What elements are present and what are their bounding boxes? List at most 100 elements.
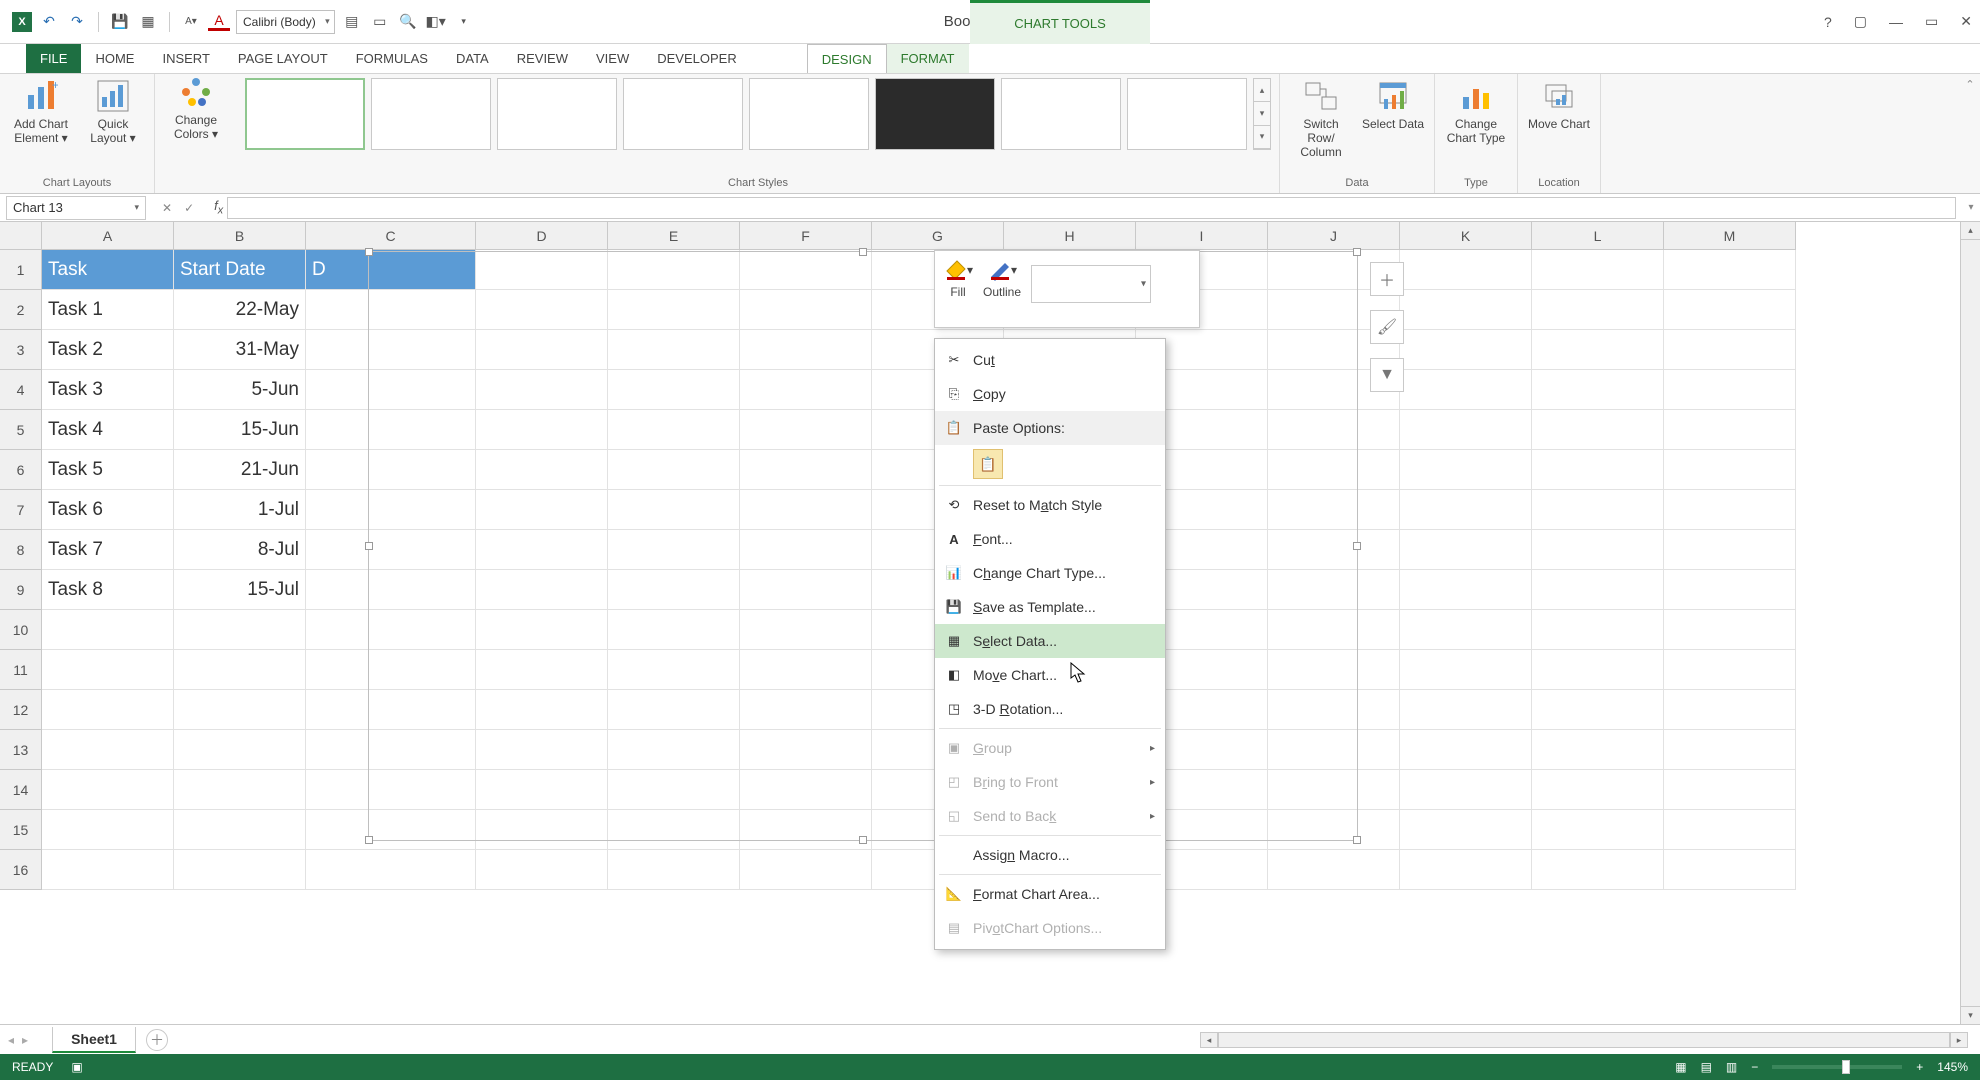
col-header-i[interactable]: I <box>1136 222 1268 250</box>
tab-view[interactable]: VIEW <box>582 44 643 73</box>
macro-record-icon[interactable]: ▣ <box>71 1060 82 1074</box>
ctx-save-as-template[interactable]: 💾Save as Template... <box>935 590 1165 624</box>
redo-icon[interactable]: ↷ <box>66 11 88 33</box>
tab-design[interactable]: DESIGN <box>807 44 887 73</box>
chart-filters-funnel-icon[interactable]: ▼ <box>1370 358 1404 392</box>
add-chart-element-button[interactable]: + Add Chart Element ▾ <box>8 78 74 146</box>
ribbon-display-icon[interactable]: ▢ <box>1854 13 1867 30</box>
tab-developer[interactable]: DEVELOPER <box>643 44 750 73</box>
change-chart-type-button[interactable]: Change Chart Type <box>1443 78 1509 146</box>
formula-expand-icon[interactable]: ▾ <box>1962 202 1980 213</box>
col-header-j[interactable]: J <box>1268 222 1400 250</box>
resize-handle[interactable] <box>365 542 373 550</box>
row-header[interactable]: 7 <box>0 490 42 530</box>
tab-data[interactable]: DATA <box>442 44 503 73</box>
col-header-l[interactable]: L <box>1532 222 1664 250</box>
resize-handle[interactable] <box>1353 248 1361 256</box>
view-page-layout-icon[interactable]: ▤ <box>1701 1060 1712 1074</box>
row-header[interactable]: 16 <box>0 850 42 890</box>
resize-handle[interactable] <box>365 248 373 256</box>
sheet-nav[interactable]: ◂▸ <box>8 1033 52 1047</box>
sheet-tab-1[interactable]: Sheet1 <box>52 1027 136 1053</box>
chart-object[interactable] <box>368 251 1358 841</box>
row-header[interactable]: 11 <box>0 650 42 690</box>
undo-icon[interactable]: ↶ <box>38 11 60 33</box>
ctx-format-chart-area[interactable]: 📐Format Chart Area... <box>935 877 1165 911</box>
scroll-up-icon[interactable]: ▴ <box>1961 222 1980 240</box>
mini-outline-button[interactable]: ▾ Outline <box>983 257 1021 321</box>
scroll-down-icon[interactable]: ▾ <box>1961 1006 1980 1024</box>
view-normal-icon[interactable]: ▦ <box>1675 1060 1686 1074</box>
chart-elements-plus-icon[interactable]: ＋ <box>1370 262 1404 296</box>
resize-handle[interactable] <box>365 836 373 844</box>
col-header-c[interactable]: C <box>306 222 476 250</box>
resize-handle[interactable] <box>1353 542 1361 550</box>
vertical-scrollbar[interactable]: ▴ ▾ <box>1960 222 1980 1024</box>
resize-handle[interactable] <box>859 248 867 256</box>
zoom-level[interactable]: 145% <box>1937 1060 1968 1074</box>
tab-file[interactable]: FILE <box>26 44 81 73</box>
cell-a1[interactable]: Task <box>42 250 174 290</box>
row-header[interactable]: 9 <box>0 570 42 610</box>
chart-style-thumb-6[interactable] <box>875 78 995 150</box>
mini-fill-button[interactable]: ▾ Fill <box>943 257 973 321</box>
col-header-g[interactable]: G <box>872 222 1004 250</box>
mini-shape-style-selector[interactable] <box>1031 265 1151 303</box>
col-header-b[interactable]: B <box>174 222 306 250</box>
col-header-e[interactable]: E <box>608 222 740 250</box>
col-header-f[interactable]: F <box>740 222 872 250</box>
row-header[interactable]: 3 <box>0 330 42 370</box>
close-icon[interactable]: ✕ <box>1960 13 1972 30</box>
enter-formula-icon[interactable]: ✓ <box>184 201 194 215</box>
qat-icon-1[interactable]: ▤ <box>341 11 363 33</box>
quick-layout-button[interactable]: Quick Layout ▾ <box>80 78 146 146</box>
view-page-break-icon[interactable]: ▥ <box>1726 1060 1737 1074</box>
ctx-reset-match-style[interactable]: ⟲Reset to Match Style <box>935 488 1165 522</box>
print-preview-icon[interactable]: ▦ <box>137 11 159 33</box>
add-sheet-button[interactable]: ＋ <box>146 1029 168 1051</box>
help-icon[interactable]: ? <box>1824 14 1832 30</box>
maximize-icon[interactable]: ▭ <box>1925 13 1938 30</box>
ctx-select-data[interactable]: ▦Select Data... <box>935 624 1165 658</box>
tab-home[interactable]: HOME <box>81 44 148 73</box>
chart-style-thumb-7[interactable] <box>1001 78 1121 150</box>
cell[interactable]: Task 1 <box>42 290 174 330</box>
tab-page-layout[interactable]: PAGE LAYOUT <box>224 44 342 73</box>
minimize-icon[interactable]: — <box>1889 14 1903 30</box>
tab-review[interactable]: REVIEW <box>503 44 582 73</box>
tab-formulas[interactable]: FORMULAS <box>342 44 442 73</box>
col-header-k[interactable]: K <box>1400 222 1532 250</box>
scroll-right-icon[interactable]: ▸ <box>1950 1032 1968 1048</box>
font-size-dec-icon[interactable]: A▾ <box>180 11 202 33</box>
tab-insert[interactable]: INSERT <box>148 44 223 73</box>
paste-option-icon[interactable]: 📋 <box>973 449 1003 479</box>
row-header[interactable]: 1 <box>0 250 42 290</box>
save-icon[interactable]: 💾 <box>109 11 131 33</box>
scroll-left-icon[interactable]: ◂ <box>1200 1032 1218 1048</box>
chart-styles-brush-icon[interactable]: 🖌 <box>1370 310 1404 344</box>
ctx-3d-rotation[interactable]: ◳3-D Rotation... <box>935 692 1165 726</box>
switch-row-column-button[interactable]: Switch Row/ Column <box>1288 78 1354 159</box>
ribbon-collapse-icon[interactable]: ⌃ <box>1960 74 1980 193</box>
chart-style-thumb-5[interactable] <box>749 78 869 150</box>
zoom-fit-icon[interactable]: 🔍 <box>397 11 419 33</box>
cell[interactable]: 22-May <box>174 290 306 330</box>
ctx-assign-macro[interactable]: Assign Macro... <box>935 838 1165 872</box>
row-header[interactable]: 6 <box>0 450 42 490</box>
row-header[interactable]: 5 <box>0 410 42 450</box>
select-all-corner[interactable] <box>0 222 42 250</box>
move-chart-button[interactable]: Move Chart <box>1526 78 1592 132</box>
ctx-font[interactable]: AFont... <box>935 522 1165 556</box>
row-header[interactable]: 8 <box>0 530 42 570</box>
chart-style-thumb-4[interactable] <box>623 78 743 150</box>
tab-format[interactable]: FORMAT <box>887 44 969 73</box>
chart-style-thumb-8[interactable] <box>1127 78 1247 150</box>
cell-b1[interactable]: Start Date <box>174 250 306 290</box>
zoom-in-icon[interactable]: + <box>1916 1060 1923 1074</box>
cancel-formula-icon[interactable]: ✕ <box>162 201 172 215</box>
col-header-m[interactable]: M <box>1664 222 1796 250</box>
row-header[interactable]: 14 <box>0 770 42 810</box>
ctx-copy[interactable]: ⎘Copy <box>935 377 1165 411</box>
ctx-move-chart[interactable]: ◧Move Chart... <box>935 658 1165 692</box>
chart-style-thumb-3[interactable] <box>497 78 617 150</box>
